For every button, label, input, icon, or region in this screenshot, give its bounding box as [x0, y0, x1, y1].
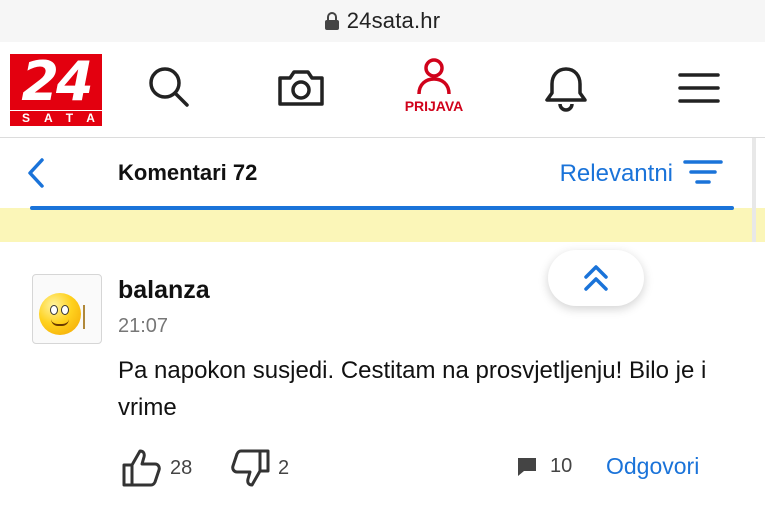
divider-line — [30, 206, 734, 210]
highlight-band — [0, 208, 765, 242]
reply-button[interactable]: Odgovori — [606, 453, 699, 480]
comment-bubble-icon — [518, 457, 536, 476]
comments-toolbar: Komentari 72 Relevantni — [0, 138, 765, 208]
user-icon — [417, 58, 451, 95]
lock-icon — [324, 12, 339, 30]
back-button[interactable] — [24, 156, 48, 195]
site-header: 24 SATA PRIJAVA — [0, 42, 765, 138]
login-label: PRIJAVA — [404, 98, 464, 114]
comment-text: Pa napokon susjedi. Cestitam na prosvjet… — [118, 357, 707, 421]
thumbs-up-icon — [122, 449, 161, 487]
browser-url-bar[interactable]: 24sata.hr — [0, 0, 765, 42]
bell-icon[interactable] — [544, 64, 588, 112]
sort-icon[interactable] — [683, 158, 723, 191]
menu-icon[interactable] — [678, 70, 720, 106]
dislike-count: 2 — [278, 456, 290, 479]
replies-count: 10 — [550, 455, 573, 477]
url-text: 24sata.hr — [346, 8, 441, 33]
scroll-to-top-button[interactable] — [548, 250, 644, 306]
comment-actions: 28 2 10 Odgovori — [0, 447, 765, 491]
comments-title: Komentari 72 — [118, 160, 258, 185]
login-button[interactable]: PRIJAVA — [398, 56, 470, 114]
thumbs-down-icon — [231, 449, 270, 487]
like-count: 28 — [170, 456, 193, 479]
comment-username[interactable]: balanza — [118, 276, 210, 305]
sort-dropdown[interactable]: Relevantni — [560, 160, 673, 188]
site-logo[interactable]: 24 SATA — [10, 54, 102, 126]
search-icon[interactable] — [146, 64, 192, 110]
logo-subtitle: SATA — [10, 111, 102, 126]
avatar[interactable] — [32, 274, 102, 344]
like-button[interactable]: 28 — [120, 447, 192, 489]
replies-indicator[interactable]: 10 — [516, 455, 572, 478]
comment-time: 21:07 — [118, 315, 169, 337]
comment-item: balanza 21:07 Pa napokon susjedi. Cestit… — [0, 242, 765, 510]
dislike-button[interactable]: 2 — [228, 447, 289, 489]
camera-icon[interactable] — [276, 64, 326, 110]
chevron-left-icon — [28, 158, 44, 188]
logo-number: 24 — [10, 54, 102, 110]
double-chevron-up-icon — [584, 265, 608, 291]
